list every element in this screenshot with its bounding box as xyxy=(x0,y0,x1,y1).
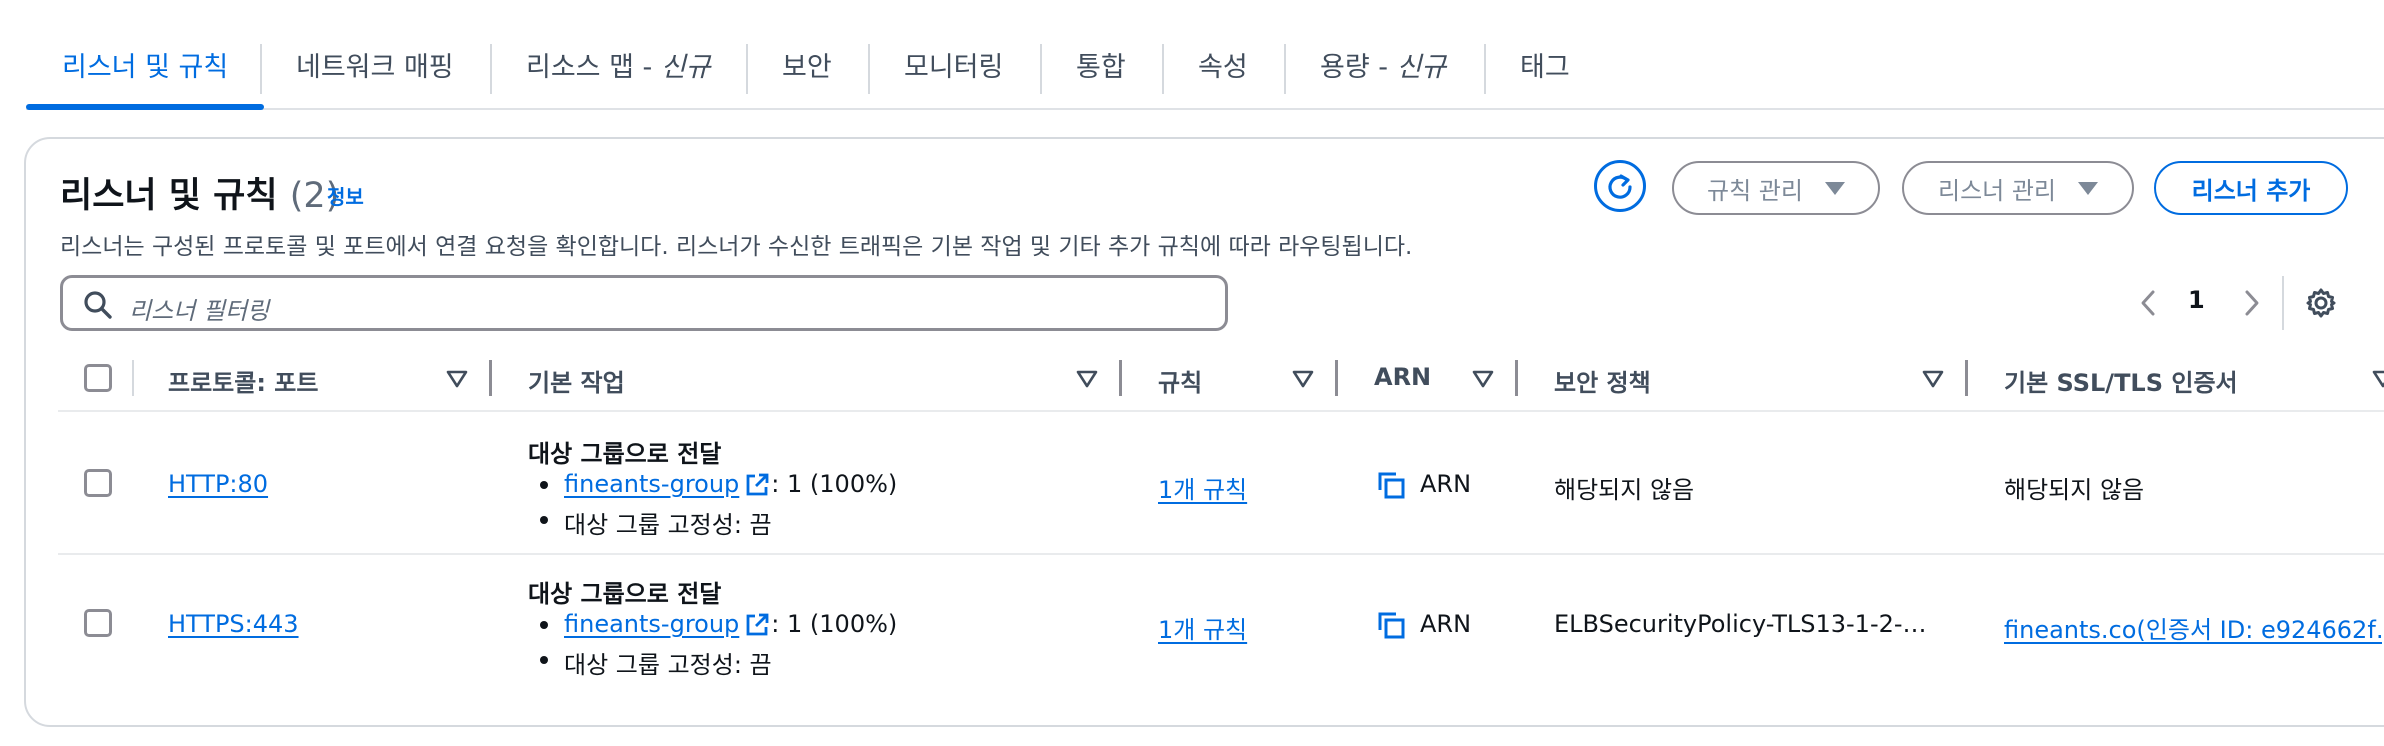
stickiness-text: 대상 그룹 고정성: 끔 xyxy=(564,511,772,539)
listener-link[interactable]: HTTPS:443 xyxy=(168,610,299,638)
manage-rules-button[interactable]: 규칙 관리 xyxy=(1672,161,1880,215)
header-divider-line xyxy=(58,410,2384,412)
row-checkbox[interactable] xyxy=(84,469,112,497)
tab-attributes[interactable]: 속성 xyxy=(1162,30,1284,106)
header-security-policy[interactable]: 보안 정책 xyxy=(1554,363,1651,398)
sort-icon[interactable] xyxy=(1922,370,1944,388)
tab-listeners-rules[interactable]: 리스너 및 규칙 xyxy=(26,30,265,110)
column-resizer[interactable] xyxy=(1515,360,1518,396)
certificate: 해당되지 않음 xyxy=(2004,476,2145,504)
bullet xyxy=(540,481,548,489)
sort-icon[interactable] xyxy=(1472,370,1494,388)
refresh-icon xyxy=(1608,174,1632,199)
tab-monitoring[interactable]: 모니터링 xyxy=(868,30,1039,106)
copy-icon[interactable] xyxy=(1376,610,1406,640)
sort-icon[interactable] xyxy=(446,370,468,388)
security-policy: ELBSecurityPolicy-TLS13-1-2-… xyxy=(1554,610,1927,638)
chevron-left-icon[interactable] xyxy=(2136,288,2160,318)
bullet xyxy=(540,621,548,629)
target-weight: : 1 (100%) xyxy=(771,610,898,638)
sort-icon[interactable] xyxy=(1076,370,1098,388)
tab-bar: 리스너 및 규칙 네트워크 매핑 리소스 맵 - 신규 보안 모니터링 통합 속… xyxy=(26,30,2384,110)
column-resizer[interactable] xyxy=(1119,360,1122,396)
column-resizer[interactable] xyxy=(1335,360,1338,396)
select-all-checkbox[interactable] xyxy=(84,364,112,392)
header-protocol-port[interactable]: 프로토콜: 포트 xyxy=(168,363,318,398)
chevron-right-icon[interactable] xyxy=(2240,288,2264,318)
target-group-line: fineants-group : 1 (100%) xyxy=(564,610,897,639)
search-placeholder: 리스너 필터링 xyxy=(129,297,270,325)
row-checkbox[interactable] xyxy=(84,609,112,637)
bullet xyxy=(540,656,548,664)
target-group-link[interactable]: fineants-group xyxy=(564,470,739,498)
header-arn[interactable]: ARN xyxy=(1374,363,1431,391)
manage-listener-button[interactable]: 리스너 관리 xyxy=(1902,161,2134,215)
listener-link[interactable]: HTTP:80 xyxy=(168,470,268,498)
bullet xyxy=(540,516,548,524)
target-group-line: fineants-group : 1 (100%) xyxy=(564,470,897,499)
caret-down-icon xyxy=(1824,181,1845,195)
sort-icon[interactable] xyxy=(1292,370,1314,388)
manage-listener-label: 리스너 관리 xyxy=(1937,176,2057,205)
action-title: 대상 그룹으로 전달 xyxy=(528,440,722,468)
rules-link[interactable]: 1개 규칙 xyxy=(1158,476,1247,504)
manage-rules-label: 규칙 관리 xyxy=(1707,176,1803,205)
target-weight: : 1 (100%) xyxy=(771,470,898,498)
sort-icon[interactable] xyxy=(2372,370,2384,388)
panel-title: 리스너 및 규칙 (2) xyxy=(60,176,340,216)
header-default-action[interactable]: 기본 작업 xyxy=(528,363,625,398)
caret-down-icon xyxy=(2078,181,2099,195)
rules-link[interactable]: 1개 규칙 xyxy=(1158,616,1247,644)
panel-description: 리스너는 구성된 프로토콜 및 포트에서 연결 요청을 확인합니다. 리스너가 … xyxy=(60,234,1413,260)
tab-capacity[interactable]: 용량 - 신규 xyxy=(1284,30,1482,106)
add-listener-label: 리스너 추가 xyxy=(2191,176,2311,205)
arn-label: ARN xyxy=(1420,470,1472,498)
column-resizer[interactable] xyxy=(489,360,492,396)
tab-security[interactable]: 보안 xyxy=(746,30,868,106)
column-resizer[interactable] xyxy=(1965,360,1968,396)
copy-icon[interactable] xyxy=(1376,470,1406,500)
add-listener-button[interactable]: 리스너 추가 xyxy=(2154,161,2348,215)
target-group-link[interactable]: fineants-group xyxy=(564,610,739,638)
tab-network-mapping[interactable]: 네트워크 매핑 xyxy=(260,30,490,106)
info-link[interactable]: 정보 xyxy=(327,181,364,210)
header-rules[interactable]: 규칙 xyxy=(1158,363,1202,398)
arn-label: ARN xyxy=(1420,610,1472,638)
gear-icon[interactable] xyxy=(2305,287,2337,319)
security-policy: 해당되지 않음 xyxy=(1554,476,1695,504)
header-ssl-certificate[interactable]: 기본 SSL/TLS 인증서 xyxy=(2004,363,2238,398)
search-icon xyxy=(84,291,112,319)
current-page[interactable]: 1 xyxy=(2188,286,2205,314)
external-link-icon[interactable] xyxy=(743,611,771,639)
tab-resource-map[interactable]: 리소스 맵 - 신규 xyxy=(490,30,747,106)
action-title: 대상 그룹으로 전달 xyxy=(528,580,722,608)
pager-divider xyxy=(2282,276,2284,330)
external-link-icon[interactable] xyxy=(743,471,771,499)
header-divider xyxy=(132,360,134,396)
stickiness-text: 대상 그룹 고정성: 끔 xyxy=(564,651,772,679)
certificate-link[interactable]: fineants.co(인증서 ID: e924662f… xyxy=(2004,616,2382,644)
tab-tags[interactable]: 태그 xyxy=(1484,30,1606,106)
tab-integrations[interactable]: 통합 xyxy=(1040,30,1162,106)
refresh-button[interactable] xyxy=(1594,160,1646,212)
row-divider xyxy=(58,553,2384,555)
filter-search-input[interactable]: 리스너 필터링 xyxy=(60,275,1228,331)
